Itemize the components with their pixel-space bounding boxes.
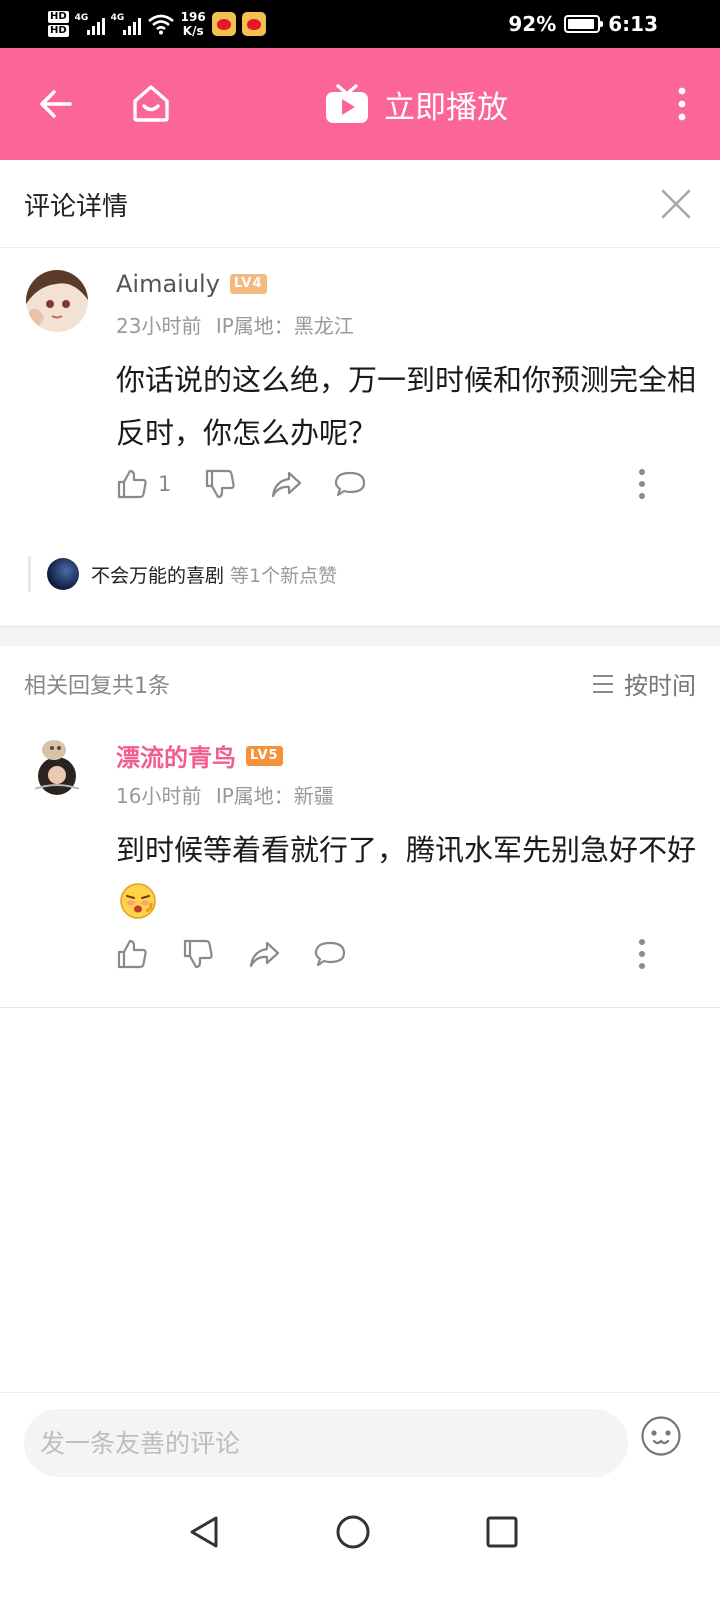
reply-text: 到时候等着看就行了，腾讯水军先别急好不好 (116, 833, 697, 867)
username[interactable]: 漂流的青鸟 (116, 738, 236, 773)
reply-button[interactable] (314, 934, 346, 974)
liker-name: 不会万能的喜剧 (91, 564, 225, 587)
section-divider (0, 626, 720, 646)
liked-by-row[interactable]: 不会万能的喜剧 等1个新点赞 (28, 556, 337, 592)
sort-lines-icon (593, 674, 613, 693)
tv-play-icon (326, 84, 368, 123)
more-vertical-icon[interactable] (674, 84, 690, 124)
comment-bubble-icon (334, 471, 366, 497)
like-count: 1 (158, 472, 172, 496)
reply-button[interactable] (334, 464, 366, 504)
share-icon (271, 471, 302, 498)
thumbs-up-icon (117, 939, 147, 969)
comment-meta: 16小时前 IP属地：新疆 (116, 780, 334, 809)
share-button[interactable] (248, 934, 280, 974)
thumbs-down-icon (183, 939, 213, 969)
comment-actions (116, 934, 676, 974)
network-type-2: 4G (110, 13, 125, 23)
weibo-notification-icon (241, 12, 266, 36)
nav-back-icon[interactable] (184, 1512, 224, 1552)
panel-title: 评论详情 (24, 192, 129, 222)
hd2-badge: HD (48, 25, 69, 37)
like-button[interactable] (116, 934, 148, 974)
battery-percent: 92% (508, 12, 557, 36)
network-type-1: 4G (74, 13, 89, 23)
weibo-notification-icon (211, 12, 236, 36)
reply-count: 相关回复共1条 (24, 674, 170, 699)
avatar[interactable] (26, 736, 88, 798)
likes-note: 等1个新点赞 (230, 564, 338, 587)
ip-location: IP属地：新疆 (215, 784, 334, 808)
thumbs-up-icon (117, 469, 147, 499)
anxious-face-emoji-icon (120, 883, 156, 919)
more-options-icon[interactable] (638, 468, 646, 500)
more-options-icon[interactable] (638, 938, 646, 970)
dislike-button[interactable] (204, 464, 236, 504)
signal-icon-2: 4G (111, 13, 141, 35)
comment-author: 漂流的青鸟 LV5 (116, 738, 283, 773)
comment-input-bar (0, 1392, 720, 1488)
comment-input[interactable] (24, 1409, 628, 1477)
dislike-button[interactable] (182, 934, 214, 974)
user-avatar-image (26, 736, 88, 798)
comment-text: 你话说的这么绝，万一到时候和你预测完全相反时，你怎么办呢？ (116, 363, 697, 450)
signal-icon-1: 4G (75, 13, 105, 35)
close-icon[interactable] (660, 188, 692, 220)
comment-time: 16小时前 (116, 784, 202, 808)
share-button[interactable] (270, 464, 302, 504)
thumbs-down-icon (205, 469, 235, 499)
comment-author: Aimaiuly LV4 (116, 270, 267, 298)
nav-home-icon[interactable] (333, 1512, 373, 1552)
replies-header: 相关回复共1条 按时间 (0, 646, 720, 720)
comment-detail-header: 评论详情 (0, 160, 720, 248)
emoji-icon[interactable] (640, 1415, 682, 1457)
sort-button[interactable]: 按时间 (592, 666, 696, 701)
comment-meta: 23小时前 IP属地：黑龙江 (116, 310, 354, 339)
comment-time: 23小时前 (116, 314, 202, 338)
level-badge: LV5 (246, 745, 283, 766)
username[interactable]: Aimaiuly (116, 270, 220, 298)
share-icon (249, 941, 280, 968)
system-navigation-bar (0, 1488, 720, 1600)
avatar[interactable] (26, 270, 88, 332)
reply-divider (0, 1007, 720, 1008)
comment-text: 到时候等着看就行了，腾讯水军先别急好不好 (116, 824, 696, 930)
clock: 6:13 (608, 12, 658, 36)
hd-indicator: HD HD (48, 11, 69, 37)
wifi-icon (147, 14, 174, 35)
play-now-label: 立即播放 (384, 89, 508, 126)
app-header: 立即播放 (0, 48, 720, 160)
hd1-badge: HD (48, 11, 69, 23)
ip-location: IP属地：黑龙江 (215, 314, 354, 338)
battery-icon (564, 15, 604, 33)
status-bar: HD HD 4G 4G 196 K/s 92% 6:13 (0, 0, 720, 48)
sort-label: 按时间 (624, 672, 696, 700)
play-now-button[interactable]: 立即播放 (324, 76, 508, 132)
home-icon[interactable] (130, 82, 172, 124)
like-button[interactable]: 1 (116, 464, 171, 504)
back-arrow-icon[interactable] (36, 84, 76, 124)
user-avatar-image (26, 270, 88, 332)
comment-bubble-icon (314, 941, 346, 967)
liker-avatar (47, 558, 79, 590)
nav-recents-icon[interactable] (482, 1512, 522, 1552)
comment-actions: 1 (116, 464, 676, 504)
level-badge: LV4 (229, 274, 267, 294)
network-speed: 196 K/s (180, 10, 206, 38)
